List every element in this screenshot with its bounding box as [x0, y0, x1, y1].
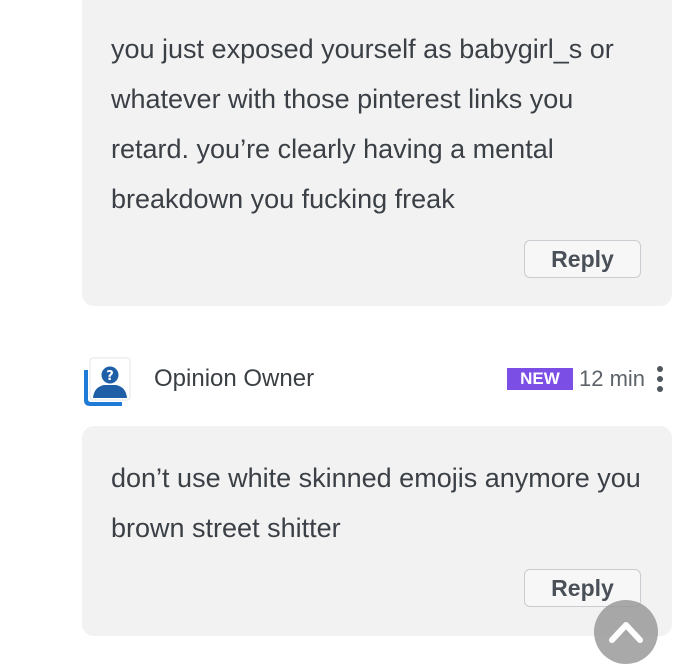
- scroll-to-top-button[interactable]: [594, 600, 658, 664]
- svg-text:?: ?: [106, 369, 114, 384]
- anonymous-user-icon: ?: [84, 357, 131, 406]
- reply-button[interactable]: Reply: [524, 240, 641, 278]
- comment-card: you just exposed yourself as babygirl_s …: [82, 0, 672, 306]
- comment-card: don’t use white skinned emojis anymore y…: [82, 426, 672, 636]
- avatar[interactable]: ?: [82, 356, 132, 408]
- comment-header: ? Opinion Owner NEW 12 min: [82, 356, 682, 412]
- new-badge: NEW: [507, 368, 573, 390]
- author-name[interactable]: Opinion Owner: [154, 364, 314, 394]
- comment-body: don’t use white skinned emojis anymore y…: [111, 463, 641, 543]
- timestamp: 12 min: [579, 366, 646, 391]
- comment-body: you just exposed yourself as babygirl_s …: [111, 34, 614, 214]
- more-vertical-icon[interactable]: [654, 365, 666, 393]
- chevron-up-icon: [609, 622, 643, 643]
